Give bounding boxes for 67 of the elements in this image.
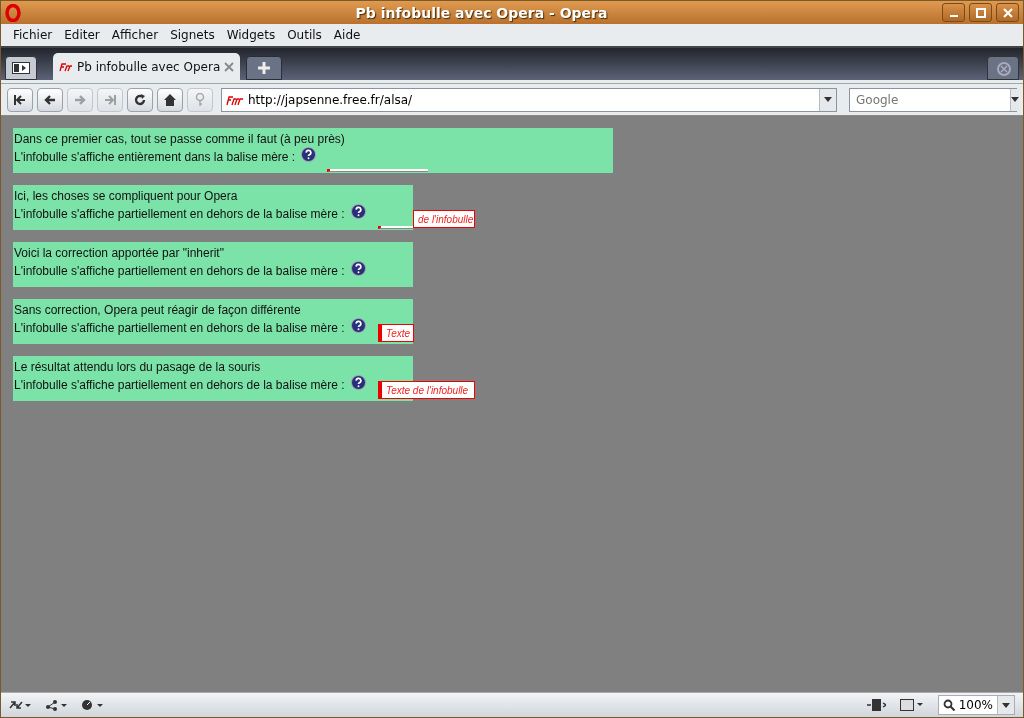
rewind-button[interactable] (7, 87, 33, 112)
tooltip: Texte de l'infobulle (378, 381, 475, 399)
reload-icon (133, 92, 147, 107)
close-button[interactable] (996, 3, 1019, 22)
address-input[interactable]: http://japsenne.free.fr/alsa/ (244, 92, 819, 107)
tooltip: Texte (378, 324, 414, 342)
close-icon[interactable] (224, 61, 235, 72)
close-icon (1002, 7, 1013, 18)
menu-item[interactable]: Aide (327, 28, 367, 42)
tooltip: de l'infobulle (413, 210, 475, 228)
sync-icon[interactable] (9, 699, 31, 711)
reload-button[interactable] (127, 87, 153, 112)
demo-title: Voici la correction apportée par "inherit" (14, 246, 225, 260)
maximize-button[interactable] (969, 3, 992, 22)
demo-title: Dans ce premier cas, tout se passe comme il faut (à peu près) (14, 132, 346, 146)
site-logo-icon (226, 93, 244, 106)
demo-title: Le résultat attendu lors du pasage de la souris (14, 360, 262, 374)
demo-label: L'infobulle s'affiche partiellement en dehors de la balise mère : (14, 378, 345, 392)
back-icon (44, 93, 56, 106)
network-icon[interactable] (45, 699, 67, 711)
fast-forward-icon (104, 93, 116, 106)
demo-label: L'infobulle s'affiche entièrement dans la balise mère : (14, 150, 296, 164)
page-icon[interactable] (865, 698, 886, 712)
key-icon (195, 92, 205, 107)
speed-dial-icon[interactable] (81, 699, 103, 711)
rewind-icon (14, 93, 26, 106)
search-field[interactable]: Google (849, 87, 1017, 112)
menu-item[interactable]: Outils (281, 28, 328, 42)
site-logo-icon (59, 61, 73, 72)
minimize-icon (949, 14, 958, 17)
zoom-field[interactable]: 100% (937, 695, 1015, 715)
home-button[interactable] (157, 87, 183, 112)
address-field[interactable]: http://japsenne.free.fr/alsa/ (221, 87, 837, 112)
panel-icon (12, 62, 30, 74)
opera-logo-icon (5, 3, 21, 22)
maximize-icon (975, 7, 986, 18)
help-icon[interactable] (350, 317, 366, 333)
search-icon (942, 699, 955, 711)
demo-label: L'infobulle s'affiche partiellement en dehors de la balise mère : (14, 264, 345, 278)
back-button[interactable] (37, 87, 63, 112)
help-icon[interactable] (301, 146, 317, 162)
home-icon (163, 92, 177, 107)
panel-toggle-button[interactable] (5, 56, 37, 80)
new-tab-button[interactable] (246, 56, 283, 80)
image-icon[interactable] (899, 698, 924, 712)
demo-title: Sans correction, Opera peut réagir de façon différente (14, 303, 302, 317)
menu-item[interactable]: Editer (58, 28, 106, 42)
menu-item[interactable]: Widgets (220, 28, 282, 42)
demo-label: L'infobulle s'affiche partiellement en dehors de la balise mère : (14, 207, 345, 221)
menu-item[interactable]: Fichier (7, 28, 59, 42)
demo-label: L'infobulle s'affiche partiellement en dehors de la balise mère : (14, 321, 345, 335)
minimize-button[interactable] (942, 3, 965, 22)
window-title: Pb infobulle avec Opera - Opera (354, 4, 609, 21)
menu-item[interactable]: Afficher (105, 28, 165, 42)
forward-icon (74, 93, 86, 106)
caret-icon (1002, 702, 1010, 708)
help-icon[interactable] (350, 374, 366, 390)
plus-icon (258, 62, 271, 74)
menu-item[interactable]: Signets (164, 28, 221, 42)
search-input[interactable]: Google (852, 92, 1010, 107)
help-icon[interactable] (350, 260, 366, 276)
caret-icon (824, 97, 832, 102)
caret-icon (1011, 97, 1019, 102)
tab[interactable]: Pb infobulle avec Opera (53, 53, 241, 80)
help-icon[interactable] (350, 203, 366, 219)
demo-title: Ici, les choses se compliquent pour Opera (14, 189, 239, 203)
closed-tabs-button[interactable] (987, 56, 1019, 80)
